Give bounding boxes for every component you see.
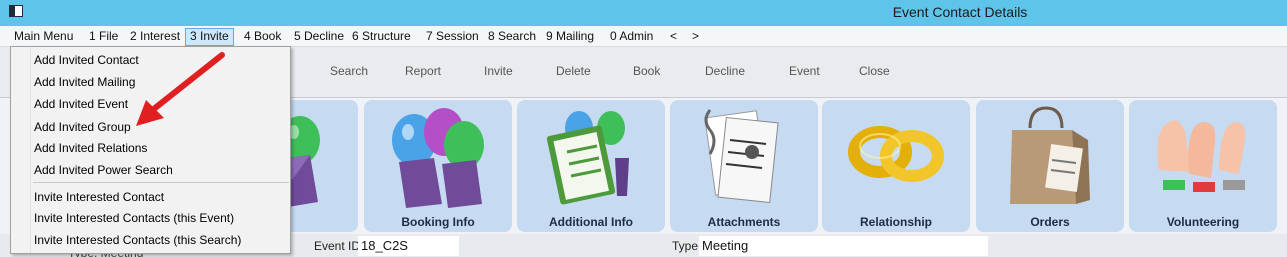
menu-search[interactable]: 8 Search	[484, 28, 540, 46]
window-icon[interactable]	[9, 5, 23, 17]
menu-separator	[33, 182, 289, 183]
menu-item-invite-interested-contacts-search[interactable]: Invite Interested Contacts (this Search)	[34, 233, 241, 247]
menu-item-invite-interested-contact[interactable]: Invite Interested Contact	[34, 190, 164, 204]
event-id-field[interactable]: 18_C2S	[358, 236, 459, 256]
menu-mailing[interactable]: 9 Mailing	[542, 28, 598, 46]
shopping-bag-icon	[1010, 106, 1090, 204]
menu-decline[interactable]: 5 Decline	[290, 28, 348, 46]
menu-item-add-invited-relations[interactable]: Add Invited Relations	[34, 141, 147, 155]
type-field[interactable]: Meeting	[699, 236, 988, 256]
paperclip-documents-icon	[704, 109, 779, 204]
clipboard-checklist-icon	[546, 111, 629, 205]
tile-label: Relationship	[859, 215, 932, 229]
menu-scroll-right[interactable]: >	[688, 28, 703, 46]
tile-label: Volunteering	[1166, 215, 1240, 229]
menu-item-add-invited-contact[interactable]: Add Invited Contact	[34, 53, 139, 67]
menu-file[interactable]: 1 File	[85, 28, 122, 46]
type-label: Type	[672, 239, 699, 253]
menu-item-add-invited-event[interactable]: Add Invited Event	[34, 97, 128, 111]
menu-item-add-invited-group[interactable]: Add Invited Group	[34, 120, 131, 134]
menu-item-add-invited-mailing[interactable]: Add Invited Mailing	[34, 75, 135, 89]
book-button[interactable]: Book	[633, 64, 660, 78]
menu-interest[interactable]: 2 Interest	[126, 28, 184, 46]
delete-button[interactable]: Delete	[556, 64, 591, 78]
event-id-label: Event ID	[314, 239, 361, 253]
tile-label: Orders	[1030, 215, 1070, 229]
menu-book[interactable]: 4 Book	[240, 28, 285, 46]
menu-scroll-left[interactable]: <	[666, 28, 681, 46]
window-title: Event Contact Details	[892, 4, 1028, 20]
search-button[interactable]: Search	[330, 64, 368, 78]
raised-hands-icon	[1157, 120, 1246, 192]
menu-gutter	[11, 47, 31, 253]
balloons-icon	[392, 108, 484, 208]
menu-admin[interactable]: 0 Admin	[606, 28, 657, 46]
event-button[interactable]: Event	[789, 64, 820, 78]
menu-structure[interactable]: 6 Structure	[348, 28, 415, 46]
report-button[interactable]: Report	[405, 64, 441, 78]
close-button[interactable]: Close	[859, 64, 890, 78]
tile-label: Additional Info	[549, 215, 633, 229]
tile-volunteering[interactable]: Volunteering	[1129, 100, 1277, 232]
menu-item-add-invited-power-search[interactable]: Add Invited Power Search	[34, 163, 173, 177]
title-bar: Event Contact Details	[0, 0, 1287, 26]
tile-booking-info[interactable]: Booking Info	[364, 100, 512, 232]
menu-invite[interactable]: 3 Invite	[185, 28, 234, 46]
tile-label: Booking Info	[401, 215, 475, 229]
tile-label: Attachments	[707, 215, 781, 229]
tile-orders[interactable]: Orders	[976, 100, 1124, 232]
menu-bar: Main Menu 1 File 2 Interest 3 Invite 4 B…	[0, 26, 1287, 47]
menu-item-invite-interested-contacts-event[interactable]: Invite Interested Contacts (this Event)	[34, 211, 234, 225]
tile-additional-info[interactable]: Additional Info	[517, 100, 665, 232]
tile-attachments[interactable]: Attachments	[670, 100, 818, 232]
decline-button[interactable]: Decline	[705, 64, 745, 78]
menu-session[interactable]: 7 Session	[422, 28, 483, 46]
gold-rings-icon	[848, 126, 944, 182]
menu-main-menu[interactable]: Main Menu	[10, 28, 77, 46]
invite-button[interactable]: Invite	[484, 64, 513, 78]
invite-dropdown-menu: Add Invited Contact Add Invited Mailing …	[10, 46, 291, 254]
tile-relationship[interactable]: Relationship	[822, 100, 970, 232]
